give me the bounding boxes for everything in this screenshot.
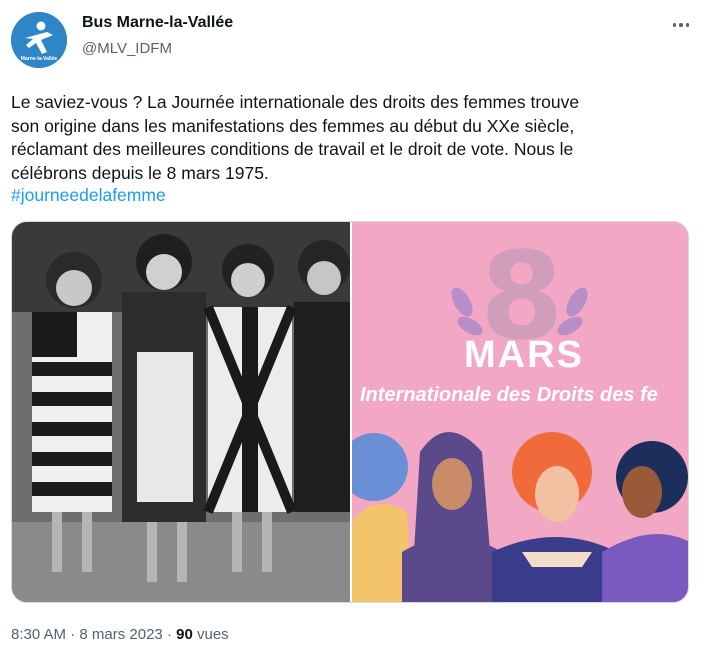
avatar-label: Marne-la-Vallée bbox=[20, 56, 58, 62]
hashtag-link[interactable]: #journeedelafemme bbox=[11, 184, 166, 208]
tweet-text: Le saviez-vous ? La Journée internationa… bbox=[11, 92, 580, 183]
tweet: Marne-la-Vallée Bus Marne-la-Vallée @MLV… bbox=[0, 0, 714, 662]
historical-photo[interactable] bbox=[12, 222, 350, 602]
media-grid: 8 MARS Internationale des Droits des fe bbox=[11, 221, 689, 603]
views-label: vues bbox=[192, 626, 229, 643]
journee-subtitle: Internationale des Droits des fe bbox=[360, 384, 658, 406]
tweet-meta: 8:30 AM · 8 mars 2023 · 90 vues bbox=[11, 626, 229, 643]
more-dot bbox=[679, 23, 683, 27]
avatar[interactable]: Marne-la-Vallée bbox=[11, 12, 67, 68]
more-horizontal-icon bbox=[672, 23, 677, 27]
author-handle[interactable]: @MLV_IDFM bbox=[82, 40, 172, 57]
tweet-time[interactable]: 8:30 AM bbox=[11, 626, 66, 643]
more-options-button[interactable] bbox=[666, 14, 696, 36]
tweet-date[interactable]: 8 mars 2023 bbox=[79, 626, 162, 643]
meta-separator: · bbox=[162, 626, 177, 643]
meta-separator: · bbox=[66, 626, 80, 643]
mars-title: MARS bbox=[464, 334, 584, 376]
womens-day-illustration[interactable]: 8 MARS Internationale des Droits des fe bbox=[352, 222, 688, 602]
author-name[interactable]: Bus Marne-la-Vallée bbox=[82, 14, 233, 32]
more-dot bbox=[685, 23, 690, 27]
views-count: 90 bbox=[176, 626, 193, 643]
